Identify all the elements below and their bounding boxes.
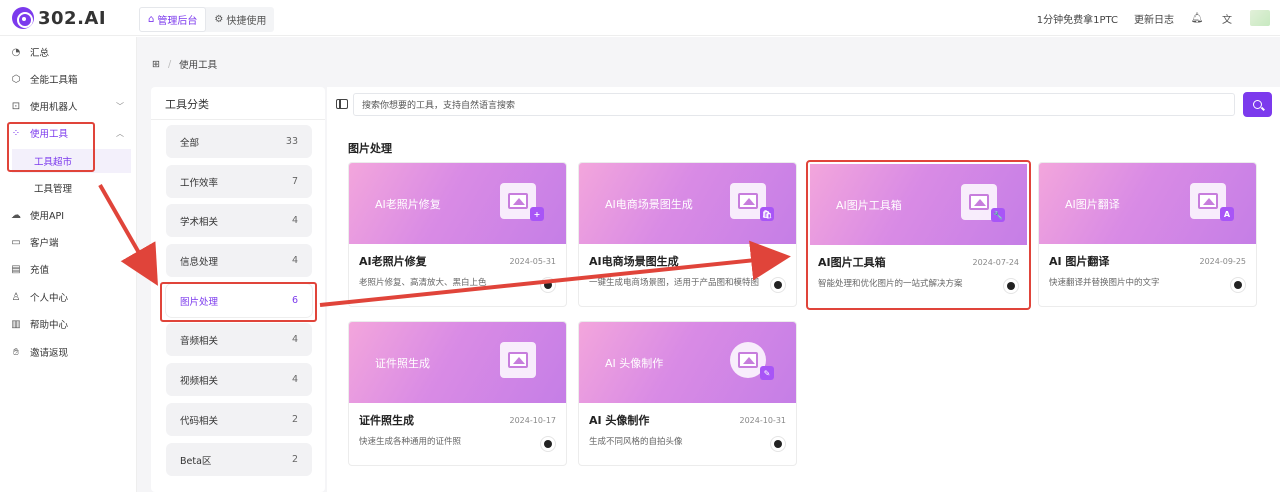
annotation-arrow-right bbox=[319, 240, 791, 307]
annotation-arrow-down bbox=[98, 184, 158, 286]
annotation-arrows bbox=[98, 184, 791, 307]
